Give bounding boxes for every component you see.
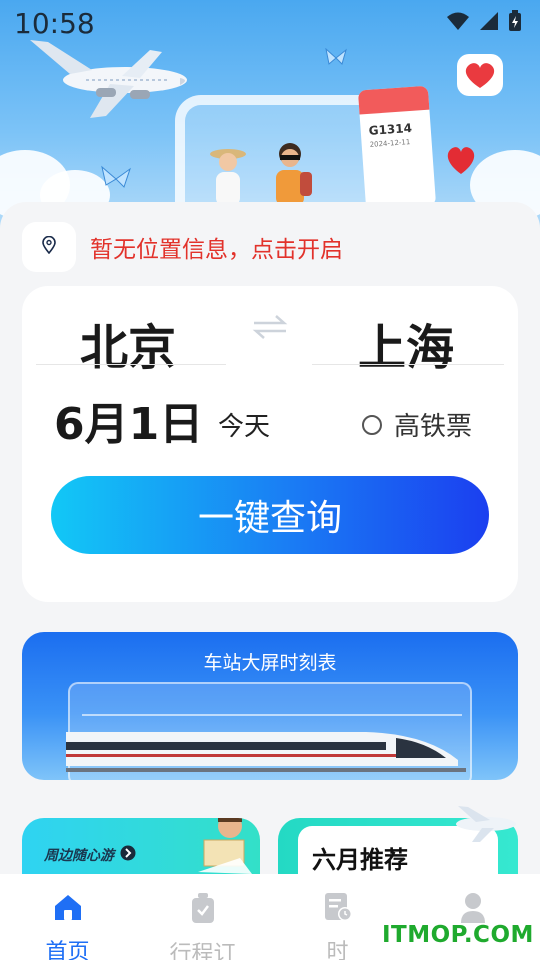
light-trail	[82, 714, 462, 716]
location-prompt[interactable]: 暂无位置信息，点击开启	[22, 222, 343, 272]
to-city-underline	[312, 364, 504, 365]
nav-home-label: 首页	[45, 940, 90, 960]
nearby-travel-pill: 周边随心游	[36, 840, 144, 870]
heart-bubble-icon	[455, 52, 505, 108]
butterfly-icon	[100, 165, 132, 197]
traveler-illustration	[268, 140, 314, 210]
june-recommend-title: 六月推荐	[312, 846, 408, 874]
from-city-underline	[36, 364, 226, 365]
butterfly-icon	[325, 47, 347, 72]
ticket-date: 2024-12-11	[369, 138, 411, 149]
to-city[interactable]: 上海	[358, 308, 454, 378]
swap-cities-icon[interactable]	[252, 314, 288, 344]
timetable-icon	[323, 892, 353, 926]
nearby-travel-label: 周边随心游	[44, 848, 114, 864]
travel-date[interactable]: 6月1日	[54, 388, 203, 452]
bullet-train-illustration	[66, 720, 466, 780]
home-icon	[52, 892, 84, 926]
status-time: 10:58	[14, 6, 95, 40]
ticket-stub: G1314 2024-12-11	[357, 85, 437, 211]
watermark: ITMOP.COM	[382, 922, 534, 948]
high-speed-toggle[interactable]: 高铁票	[362, 406, 472, 443]
arrow-right-icon	[120, 845, 136, 865]
location-icon-box	[22, 222, 76, 272]
location-pin-icon	[41, 235, 57, 258]
nav-home[interactable]: 首页	[0, 874, 135, 960]
nav-trips-label: 行程订	[169, 942, 236, 960]
query-button[interactable]: 一键查询	[51, 476, 489, 554]
status-bar: 10:58	[0, 0, 540, 46]
wifi-icon	[446, 11, 470, 35]
nav-timetable-label: 时	[326, 940, 349, 960]
suitcase-icon	[189, 892, 217, 928]
battery-icon	[508, 10, 522, 36]
signal-icon	[478, 11, 500, 35]
banner-title: 车站大屏时刻表	[203, 652, 337, 674]
heart-icon	[443, 142, 479, 182]
ticket-code: G1314	[368, 120, 413, 138]
airplane-small-illustration	[446, 804, 520, 848]
date-note: 今天	[218, 412, 271, 442]
high-speed-label: 高铁票	[394, 412, 473, 442]
ticket-search-card: 北京 上海 6月1日 今天 高铁票 一键查询	[22, 286, 518, 602]
location-text[interactable]: 暂无位置信息，点击开启	[90, 230, 343, 264]
high-speed-radio[interactable]	[362, 414, 382, 435]
nav-trips[interactable]: 行程订	[135, 874, 270, 960]
from-city[interactable]: 北京	[80, 308, 176, 378]
station-timetable-banner[interactable]: 车站大屏时刻表	[22, 632, 518, 780]
airplane-illustration	[30, 40, 190, 124]
